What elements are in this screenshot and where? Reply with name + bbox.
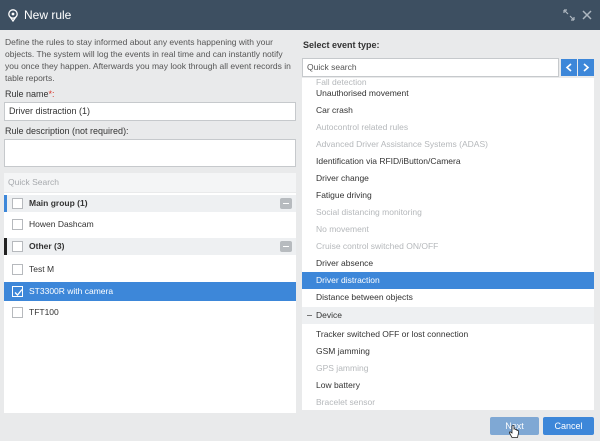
event-row[interactable]: Car crash [302,102,594,119]
object-row-selected[interactable]: ST3300R with camera [4,282,296,301]
event-row[interactable]: Driver absence [302,255,594,272]
chevron-right-icon [583,63,590,72]
object-row[interactable]: Test M [4,261,296,278]
events-search-input[interactable]: Quick search [302,58,559,77]
group-collapse-icon[interactable] [280,241,292,252]
event-row[interactable]: Low battery [302,377,594,394]
object-label: TFT100 [29,307,59,317]
group-accent-bar [4,195,7,212]
event-row[interactable]: Distance between objects [302,289,594,306]
event-row-disabled: Cruise control switched ON/OFF [316,241,439,251]
event-category-label: Device [316,310,342,320]
group-row-other[interactable]: Other (3) [4,238,296,255]
event-row-disabled: No movement [316,224,369,234]
event-type-list: Fall detection Unauthorised movement Car… [302,78,594,410]
object-row[interactable]: Howen Dashcam [4,216,296,233]
dialog-titlebar: New rule [0,0,600,30]
cancel-button[interactable]: Cancel [543,417,594,435]
event-type-heading: Select event type: [303,40,380,50]
event-row-disabled: Autocontrol related rules [316,122,409,132]
event-row[interactable]: Driver change [302,170,594,187]
objects-search-input[interactable]: Quick Search [4,173,296,192]
event-row-disabled: Advanced Driver Assistance Systems (ADAS… [316,139,488,149]
check-icon [14,289,23,296]
object-label: Howen Dashcam [29,219,94,229]
rule-description-input[interactable] [4,139,296,167]
event-row[interactable]: Fatigue driving [302,187,594,204]
close-icon[interactable] [581,9,593,21]
object-checkbox[interactable] [12,307,23,318]
event-row-disabled: Bracelet sensor [316,397,376,407]
group-checkbox[interactable] [12,198,23,209]
group-collapse-icon[interactable] [280,198,292,209]
rule-description-label: Rule description (not required): [5,126,129,136]
group-label: Other (3) [29,241,65,251]
object-row[interactable]: TFT100 [4,304,296,321]
event-category-device[interactable]: Device [302,307,594,324]
group-row-main[interactable]: Main group (1) [4,195,296,212]
rule-name-input[interactable]: Driver distraction (1) [4,102,296,121]
dialog-title: New rule [24,8,72,22]
event-row[interactable]: GSM jamming [302,343,594,360]
group-accent-bar [4,238,7,255]
event-row[interactable]: Unauthorised movement [302,85,594,102]
rule-intro-text: Define the rules to stay informed about … [5,37,291,83]
expand-icon[interactable] [563,9,575,21]
object-checkbox[interactable] [12,219,23,230]
collapse-minus-icon[interactable] [307,315,312,316]
prev-button[interactable] [561,59,577,76]
hand-cursor-icon [508,425,519,438]
object-label: Test M [29,264,55,274]
event-row[interactable]: Identification via RFID/iButton/Camera [302,153,594,170]
object-checkbox[interactable] [12,264,23,275]
location-pin-icon [8,9,18,22]
event-row[interactable]: Tracker switched OFF or lost connection [302,326,594,343]
group-label: Main group (1) [29,198,88,208]
chevron-left-icon [565,63,572,72]
rule-name-label: Rule name*: [5,89,55,99]
group-checkbox[interactable] [12,241,23,252]
event-row-disabled: GPS jamming [316,363,369,373]
object-checkbox-checked[interactable] [12,286,23,297]
next-page-button[interactable] [578,59,594,76]
objects-list: Main group (1) Howen Dashcam Other (3) T… [4,193,296,413]
event-row-disabled: Social distancing monitoring [316,207,422,217]
object-label: ST3300R with camera [29,286,114,296]
event-row-selected[interactable]: Driver distraction [302,272,594,289]
